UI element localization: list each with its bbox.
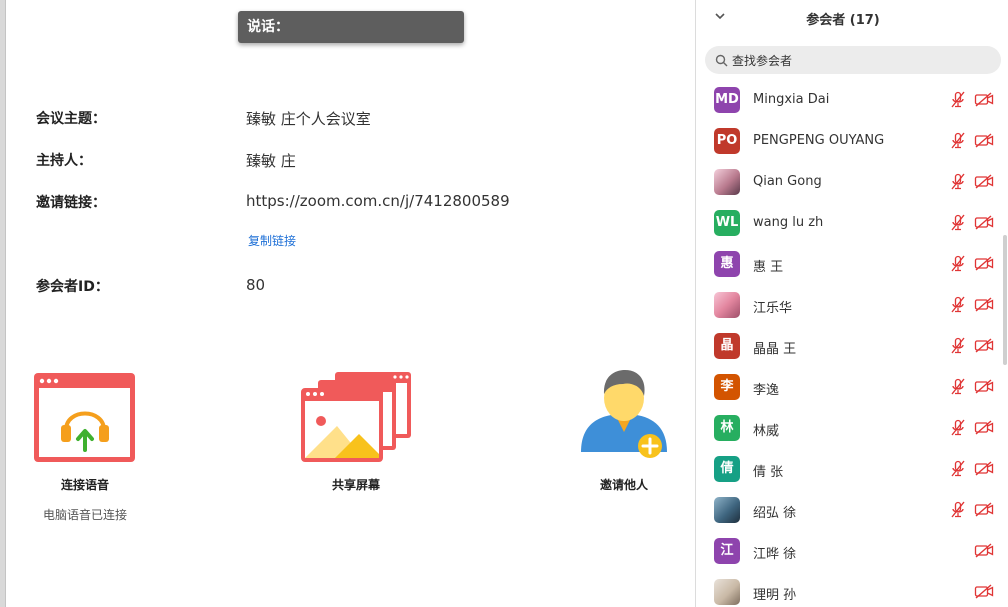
mic-muted-icon[interactable] [950,255,966,272]
mic-muted-icon[interactable] [950,132,966,149]
speaking-indicator: 说话： [238,11,464,43]
participant-row[interactable]: MD Mingxia Dai [696,80,996,121]
share-screen-label: 共享屏幕 [331,478,380,492]
participant-row[interactable]: 理明 孙 [696,572,996,607]
mic-muted-icon[interactable] [950,501,966,518]
connect-audio-label: 连接语音 [60,478,109,492]
avatar: MD [714,87,740,113]
participant-row[interactable]: PO PENGPENG OUYANG [696,121,996,162]
audio-window-icon [34,373,135,462]
avatar: 倩 [714,456,740,482]
avatar: 惠 [714,251,740,277]
video-off-icon[interactable] [974,338,994,353]
participant-name: 倩 张 [753,465,784,480]
participant-list: MD Mingxia Dai PO PENGPENG OUYANG Qian Gong W… [696,80,1008,607]
mic-muted-icon[interactable] [950,460,966,477]
topic-label: 会议主题： [36,111,106,127]
participant-name: 惠 王 [753,260,784,275]
participant-row[interactable]: WL wang lu zh [696,203,996,244]
participant-row[interactable]: 林林威 [696,408,996,449]
mic-muted-icon[interactable] [950,378,966,395]
video-off-icon[interactable] [974,174,994,189]
avatar: WL [714,210,740,236]
avatar: 晶 [714,333,740,359]
search-icon [715,54,728,67]
mic-muted-icon[interactable] [950,419,966,436]
participant-row[interactable]: 晶晶晶 王 [696,326,996,367]
participant-row[interactable]: 江江晔 徐 [696,531,996,572]
host-value: 臻敏 庄 [246,152,296,170]
video-off-icon[interactable] [974,256,994,271]
participant-id-label: 参会者ID： [36,279,109,295]
share-screen-button[interactable]: 共享屏幕 [291,370,421,500]
participant-name: 江晔 徐 [753,547,797,562]
invite-others-button[interactable]: 邀请他人 [559,366,689,496]
mic-muted-icon[interactable] [950,337,966,354]
video-off-icon[interactable] [974,461,994,476]
participants-panel: 参会者 (17) 查找参会者 MD Mingxia Dai PO PENGPENG O… [695,0,1008,607]
video-off-icon[interactable] [974,543,994,558]
avatar: 李 [714,374,740,400]
participant-name: wang lu zh [753,215,824,230]
participant-search-input[interactable]: 查找参会者 [705,46,1001,74]
participant-name: 林威 [753,424,780,439]
video-off-icon[interactable] [974,133,994,148]
host-label: 主持人： [36,153,92,169]
avatar [714,292,740,318]
participant-id-value: 80 [246,276,266,294]
participant-row[interactable]: 李李逸 [696,367,996,408]
participants-title: 参会者 (17) [806,13,880,28]
participant-name: 江乐华 [753,301,793,316]
participant-row[interactable]: 倩倩 张 [696,449,996,490]
participant-row[interactable]: 绍弘 徐 [696,490,996,531]
participant-list-scrollbar[interactable] [1003,235,1007,365]
invite-others-label: 邀请他人 [599,478,648,492]
audio-status-text: 电脑语音已连接 [42,508,127,522]
video-off-icon[interactable] [974,584,994,599]
participant-row[interactable]: 江乐华 [696,285,996,326]
invite-link-value: https://zoom.com.cn/j/7412800589 [246,192,510,210]
participant-name: 绍弘 徐 [753,506,797,521]
meeting-info-pane: 说话： 会议主题： 臻敏 庄个人会议室 主持人： 臻敏 庄 邀请链接： http… [6,0,695,607]
video-off-icon[interactable] [974,297,994,312]
participant-name: 理明 孙 [753,588,797,603]
participant-name: 晶晶 王 [753,342,797,357]
avatar [714,497,740,523]
video-off-icon[interactable] [974,379,994,394]
copy-link-button[interactable]: 复制链接 [248,232,296,249]
participant-row[interactable]: 惠惠 王 [696,244,996,285]
participant-name: Qian Gong [753,174,822,189]
avatar: 江 [714,538,740,564]
invite-link-label: 邀请链接： [36,195,106,211]
mic-muted-icon[interactable] [950,173,966,190]
avatar [714,579,740,605]
search-placeholder: 查找参会者 [732,54,793,68]
connect-audio-button[interactable]: 连接语音 电脑语音已连接 [20,370,150,530]
participant-name: 李逸 [753,383,780,398]
mic-muted-icon[interactable] [950,296,966,313]
video-off-icon[interactable] [974,420,994,435]
participant-name: PENGPENG OUYANG [753,133,885,148]
video-off-icon[interactable] [974,215,994,230]
video-off-icon[interactable] [974,92,994,107]
video-off-icon[interactable] [974,502,994,517]
mic-muted-icon[interactable] [950,214,966,231]
participant-row[interactable]: Qian Gong [696,162,996,203]
avatar: 林 [714,415,740,441]
participant-name: Mingxia Dai [753,92,830,107]
avatar [714,169,740,195]
mic-muted-icon[interactable] [950,91,966,108]
avatar: PO [714,128,740,154]
topic-value: 臻敏 庄个人会议室 [246,110,371,128]
participants-header: 参会者 (17) [696,0,1008,38]
invite-user-icon [581,370,667,458]
share-screen-icon [301,372,411,462]
